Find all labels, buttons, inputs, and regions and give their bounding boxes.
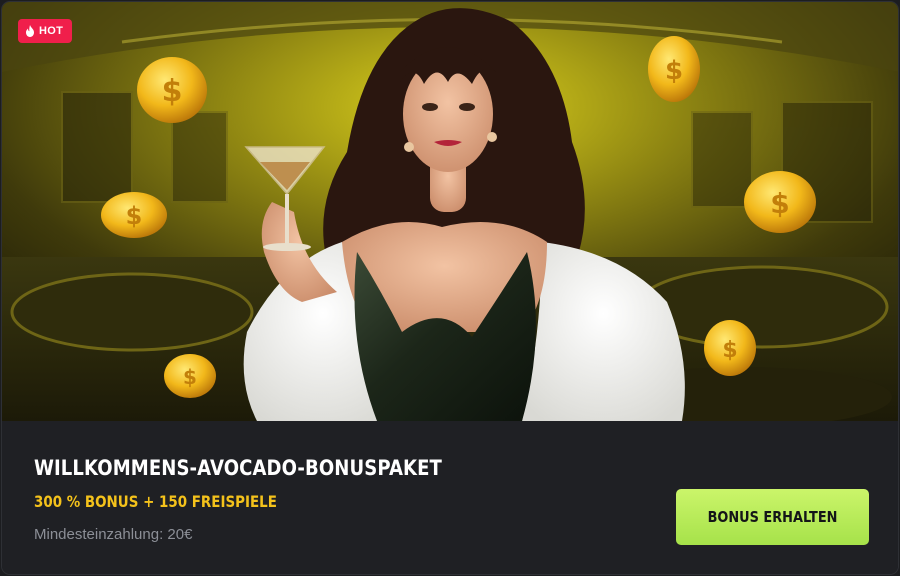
flame-icon — [25, 25, 35, 37]
coin-icon: $ — [648, 36, 700, 102]
promo-subtitle: 300 % BONUS + 150 FREISPIELE — [34, 492, 277, 511]
svg-text:$: $ — [162, 74, 183, 109]
hot-badge-label: HOT — [39, 25, 64, 37]
casino-illustration: $ $ $ $ $ $ — [2, 2, 898, 421]
svg-text:$: $ — [770, 187, 789, 220]
get-bonus-button[interactable]: BONUS ERHALTEN — [676, 489, 869, 545]
coin-icon: $ — [744, 171, 816, 233]
get-bonus-button-label: BONUS ERHALTEN — [707, 508, 838, 526]
promo-title: WILLKOMMENS-AVOCADO-BONUSPAKET — [34, 456, 442, 480]
promo-info-panel: WILLKOMMENS-AVOCADO-BONUSPAKET 300 % BON… — [2, 421, 898, 574]
svg-text:$: $ — [722, 338, 737, 363]
svg-text:$: $ — [126, 202, 143, 230]
min-deposit-text: Mindesteinzahlung: 20€ — [34, 526, 193, 543]
coin-icon: $ — [164, 354, 216, 398]
hero-banner-image: $ $ $ $ $ $ HOT — [2, 2, 898, 421]
hot-badge: HOT — [18, 19, 73, 43]
coin-icon: $ — [704, 320, 756, 376]
svg-text:$: $ — [665, 56, 683, 86]
promo-card: $ $ $ $ $ $ HOT WILLKOMMENS-AVOCADO-BONU… — [1, 1, 899, 575]
coin-icon: $ — [137, 57, 207, 123]
svg-text:$: $ — [183, 365, 197, 389]
coin-icon: $ — [101, 192, 167, 238]
